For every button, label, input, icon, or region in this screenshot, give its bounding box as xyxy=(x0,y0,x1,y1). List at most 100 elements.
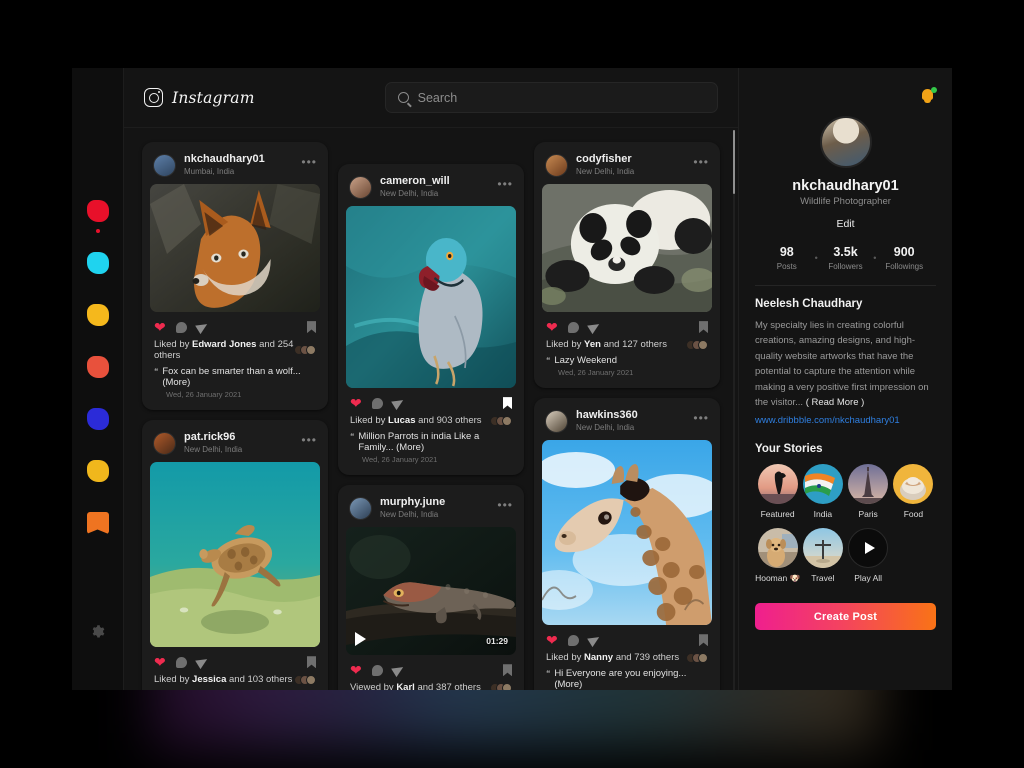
post-card[interactable]: hawkins360 New Delhi, India ••• ❤ Liked … xyxy=(534,398,720,690)
post-username[interactable]: murphy.june xyxy=(380,496,489,510)
comment-icon[interactable] xyxy=(175,321,187,333)
story-paris[interactable]: Paris xyxy=(846,464,891,519)
like-button[interactable]: ❤ xyxy=(546,320,558,334)
save-bookmark-icon[interactable] xyxy=(699,634,708,647)
stat-followings[interactable]: 900 Followings xyxy=(876,245,932,271)
likes-row: Liked by Edward Jones and 254 others xyxy=(150,339,320,366)
avatar[interactable] xyxy=(153,431,176,455)
stat-posts[interactable]: 98 Posts xyxy=(759,245,815,271)
share-icon[interactable] xyxy=(390,663,406,678)
stat-followers[interactable]: 3.5k Followers xyxy=(818,245,874,271)
sidebar-item-home[interactable] xyxy=(83,196,113,233)
sidebar-item-saved[interactable] xyxy=(83,508,113,538)
feed-scrollbar[interactable] xyxy=(733,130,735,690)
comment-icon[interactable] xyxy=(371,664,383,676)
brand-logo[interactable]: Instagram xyxy=(144,88,255,107)
sidebar-item-notifications[interactable] xyxy=(83,456,113,486)
share-icon[interactable] xyxy=(586,633,602,648)
story-travel[interactable]: Travel xyxy=(800,528,845,584)
share-icon[interactable] xyxy=(390,395,406,411)
post-more-options[interactable]: ••• xyxy=(497,499,513,517)
post-media[interactable] xyxy=(150,462,320,648)
post-username[interactable]: hawkins360 xyxy=(576,409,685,423)
post-more-options[interactable]: ••• xyxy=(301,434,317,452)
comment-icon[interactable] xyxy=(567,321,579,333)
post-username[interactable]: cameron_will xyxy=(380,175,489,189)
sidebar-item-explore[interactable] xyxy=(83,300,113,330)
story-featured[interactable]: Featured xyxy=(755,464,800,519)
sidebar-item-activity[interactable] xyxy=(83,352,113,382)
play-all-button[interactable] xyxy=(848,528,889,569)
post-username[interactable]: pat.rick96 xyxy=(184,431,293,445)
story-thumbnail xyxy=(757,528,798,569)
avatar[interactable] xyxy=(153,153,176,177)
play-icon xyxy=(864,542,875,555)
feed-scroll-area[interactable]: nkchaudhary01 Mumbai, India ••• ❤ Liked … xyxy=(124,128,738,690)
save-bookmark-icon[interactable] xyxy=(699,321,708,334)
story-food[interactable]: Food xyxy=(891,464,936,519)
comment-icon[interactable] xyxy=(567,634,579,646)
eiffel-tower-image xyxy=(848,464,889,505)
post-more-options[interactable]: ••• xyxy=(301,156,317,174)
share-icon[interactable] xyxy=(586,319,602,335)
play-icon[interactable] xyxy=(355,632,366,647)
notification-bell-button[interactable] xyxy=(920,87,937,104)
save-bookmark-icon[interactable] xyxy=(307,321,316,334)
story-thumbnail xyxy=(757,464,798,505)
save-bookmark-icon[interactable] xyxy=(307,656,316,669)
save-bookmark-icon[interactable] xyxy=(503,664,512,677)
post-username[interactable]: nkchaudhary01 xyxy=(184,153,293,167)
story-india[interactable]: India xyxy=(800,464,845,519)
sidebar-item-settings[interactable] xyxy=(83,616,113,646)
edit-profile-button[interactable]: Edit xyxy=(755,218,936,230)
post-more-options[interactable]: ••• xyxy=(497,178,513,196)
comment-icon[interactable] xyxy=(371,397,383,409)
instagram-camera-icon xyxy=(144,88,163,107)
post-card[interactable]: cameron_will New Delhi, India ••• ❤ Like… xyxy=(338,164,524,476)
post-media[interactable] xyxy=(346,206,516,389)
search-input[interactable] xyxy=(417,90,705,105)
post-card[interactable]: nkchaudhary01 Mumbai, India ••• ❤ Liked … xyxy=(142,142,328,411)
story-play-all[interactable]: Play All xyxy=(846,528,891,584)
post-card[interactable]: pat.rick96 New Delhi, India ••• ❤ Liked … xyxy=(142,420,328,690)
search-icon xyxy=(397,92,409,103)
post-username[interactable]: codyfisher xyxy=(576,153,685,167)
avatar[interactable] xyxy=(545,409,568,433)
post-media[interactable] xyxy=(542,440,712,626)
sidebar-item-reels[interactable] xyxy=(83,404,113,434)
liker-avatars xyxy=(490,415,512,426)
like-button[interactable]: ❤ xyxy=(154,320,166,334)
liker-avatars xyxy=(294,345,316,356)
post-media[interactable] xyxy=(542,184,712,313)
like-button[interactable]: ❤ xyxy=(154,655,166,669)
post-media[interactable] xyxy=(150,184,320,313)
avatar[interactable] xyxy=(349,496,372,520)
read-more-link[interactable]: ( Read More ) xyxy=(806,397,865,408)
avatar[interactable] xyxy=(349,175,372,199)
post-date: Wed, 26 January 2021 xyxy=(362,455,438,465)
share-icon[interactable] xyxy=(194,655,210,670)
create-post-button[interactable]: Create Post xyxy=(755,603,936,631)
avatar[interactable] xyxy=(545,153,568,177)
profile-avatar[interactable] xyxy=(819,116,872,168)
feed-column-2: cameron_will New Delhi, India ••• ❤ Like… xyxy=(338,142,524,690)
post-more-options[interactable]: ••• xyxy=(693,412,709,430)
post-card[interactable]: codyfisher New Delhi, India ••• ❤ Liked … xyxy=(534,142,720,389)
post-media[interactable]: 01:29 xyxy=(346,527,516,656)
post-more-options[interactable]: ••• xyxy=(693,156,709,174)
comment-icon[interactable] xyxy=(175,656,187,668)
profile-website-link[interactable]: www.dribbble.com/nkchaudhary01 xyxy=(755,415,936,426)
bio-name: Neelesh Chaudhary xyxy=(755,298,863,310)
like-button[interactable]: ❤ xyxy=(350,663,362,677)
save-bookmark-icon[interactable] xyxy=(503,397,512,410)
main-content: Instagram n xyxy=(124,68,738,690)
sidebar-item-messages[interactable] xyxy=(83,248,113,278)
scrollbar-thumb[interactable] xyxy=(733,130,735,194)
like-button[interactable]: ❤ xyxy=(350,396,362,410)
likes-text: Liked by Jessica and 103 others xyxy=(154,674,293,686)
like-button[interactable]: ❤ xyxy=(546,633,558,647)
search-bar[interactable] xyxy=(384,82,718,113)
share-icon[interactable] xyxy=(194,319,210,335)
post-card[interactable]: murphy.june New Delhi, India ••• 01:29 ❤… xyxy=(338,485,524,690)
story-hooman[interactable]: Hooman 🐶 xyxy=(755,528,800,584)
